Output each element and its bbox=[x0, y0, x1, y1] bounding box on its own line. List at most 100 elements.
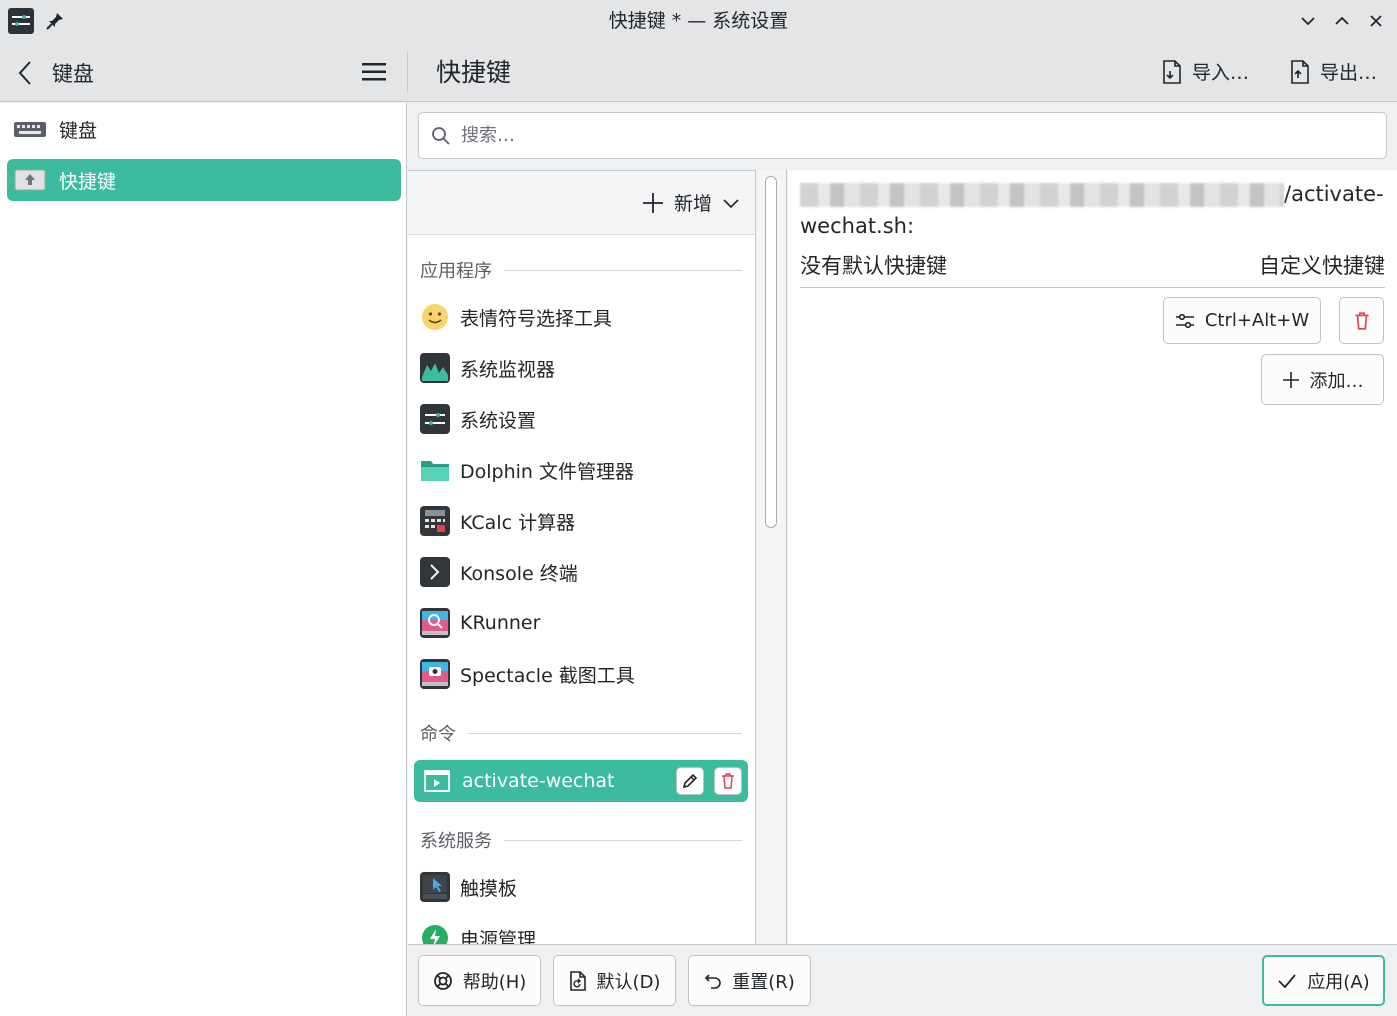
section-title: 应用程序 bbox=[420, 261, 492, 282]
add-shortcut-button[interactable]: 添加… bbox=[1261, 354, 1384, 405]
script-icon bbox=[422, 766, 452, 796]
sidebar-item-shortcuts[interactable]: 快捷键 bbox=[7, 159, 401, 201]
section-header-system-services: 系统服务 bbox=[420, 827, 742, 853]
list-item-label: 系统监视器 bbox=[460, 358, 556, 381]
shortcut-button[interactable]: Ctrl+Alt+W bbox=[1163, 297, 1321, 344]
back-label: 键盘 bbox=[52, 62, 94, 86]
list-item-label: 系统设置 bbox=[460, 409, 537, 432]
import-button[interactable]: 导入… bbox=[1160, 58, 1249, 85]
no-default-label: 没有默认快捷键 bbox=[800, 254, 947, 278]
terminal-icon bbox=[420, 557, 450, 587]
remove-shortcut-button[interactable] bbox=[1339, 297, 1384, 344]
list-item-label: 触摸板 bbox=[460, 877, 518, 900]
touchpad-icon bbox=[420, 872, 450, 902]
list-item[interactable]: Dolphin 文件管理器 bbox=[420, 448, 748, 492]
window-title: 快捷键 * — 系统设置 bbox=[608, 10, 789, 32]
list-scrollbar[interactable] bbox=[757, 170, 787, 944]
hamburger-menu-icon[interactable] bbox=[360, 60, 388, 84]
list-item[interactable]: Spectacle 截图工具 bbox=[420, 652, 748, 696]
list-item[interactable]: Konsole 终端 bbox=[420, 550, 748, 594]
system-monitor-icon bbox=[420, 353, 450, 383]
import-icon bbox=[1163, 59, 1181, 84]
list-item-label: KCalc 计算器 bbox=[460, 511, 576, 534]
krunner-icon bbox=[420, 608, 450, 638]
minimize-button[interactable] bbox=[1295, 8, 1321, 34]
list-item[interactable]: 电源管理 bbox=[420, 916, 748, 944]
path-suffix: /activate- bbox=[1284, 182, 1384, 206]
maximize-button[interactable] bbox=[1329, 8, 1355, 34]
reset-label: 重置(R) bbox=[732, 971, 795, 993]
edit-button[interactable] bbox=[676, 767, 704, 795]
system-settings-icon bbox=[420, 404, 450, 434]
folder-icon bbox=[420, 455, 450, 485]
footer-bar: 帮助(H) 默认(D) 重置(R) 应用(A) bbox=[408, 944, 1397, 1016]
sidebar bbox=[0, 103, 407, 1016]
export-icon bbox=[1291, 59, 1309, 84]
list-item-label: Konsole 终端 bbox=[460, 562, 578, 585]
list-item-label: Dolphin 文件管理器 bbox=[460, 460, 634, 483]
chevron-left-icon bbox=[18, 61, 31, 85]
emoji-icon bbox=[420, 302, 450, 332]
shortcut-label: Ctrl+Alt+W bbox=[1204, 310, 1310, 331]
search-input[interactable] bbox=[461, 125, 1361, 146]
page-title: 快捷键 bbox=[436, 58, 512, 87]
custom-shortcut-label: 自定义快捷键 bbox=[1259, 254, 1385, 278]
shortcuts-icon bbox=[14, 169, 46, 191]
lifebuoy-icon bbox=[433, 971, 452, 990]
trash-icon bbox=[1354, 311, 1369, 330]
export-button[interactable]: 导出… bbox=[1288, 58, 1377, 85]
section-header-commands: 命令 bbox=[420, 720, 742, 746]
sidebar-item-keyboard[interactable]: 键盘 bbox=[7, 108, 401, 150]
command-path: /activate- wechat.sh: bbox=[800, 178, 1390, 242]
scrollbar-thumb[interactable] bbox=[765, 176, 777, 528]
search-field[interactable] bbox=[418, 112, 1387, 159]
sliders-icon bbox=[1175, 313, 1194, 328]
list-item[interactable]: KCalc 计算器 bbox=[420, 499, 748, 543]
plus-icon bbox=[642, 192, 663, 213]
chevron-down-icon bbox=[723, 198, 739, 208]
list-item[interactable]: 触摸板 bbox=[420, 865, 748, 909]
new-label: 新增 bbox=[673, 193, 712, 215]
calculator-icon bbox=[420, 506, 450, 536]
power-icon bbox=[420, 923, 450, 944]
document-revert-icon bbox=[569, 970, 586, 991]
new-button[interactable]: 新增 bbox=[642, 189, 740, 216]
list-item-label: 表情符号选择工具 bbox=[460, 307, 613, 330]
list-item[interactable]: 表情符号选择工具 bbox=[420, 295, 748, 339]
shortcut-list-panel: 新增 应用程序 表情符号选择工具 系统监视器 系统设置 Dolphin 文件管理… bbox=[408, 170, 756, 944]
list-item[interactable]: 系统设置 bbox=[420, 397, 748, 441]
close-button[interactable] bbox=[1363, 8, 1389, 34]
apply-button[interactable]: 应用(A) bbox=[1262, 955, 1385, 1006]
list-item-label: KRunner bbox=[460, 612, 541, 634]
redacted-path bbox=[800, 183, 1284, 207]
defaults-button[interactable]: 默认(D) bbox=[553, 955, 676, 1006]
new-bar: 新增 bbox=[408, 171, 755, 235]
divider bbox=[800, 287, 1385, 288]
keyboard-icon bbox=[14, 122, 46, 137]
reset-button[interactable]: 重置(R) bbox=[688, 955, 811, 1006]
section-title: 系统服务 bbox=[420, 831, 492, 852]
add-label: 添加… bbox=[1309, 370, 1364, 392]
apply-label: 应用(A) bbox=[1307, 971, 1370, 993]
back-button[interactable]: 键盘 bbox=[14, 58, 94, 88]
sidebar-item-label: 键盘 bbox=[59, 119, 98, 142]
list-item-label: Spectacle 截图工具 bbox=[460, 664, 635, 687]
trash-icon bbox=[722, 773, 734, 789]
defaults-label: 默认(D) bbox=[596, 971, 661, 993]
list-item-selected[interactable]: activate-wechat bbox=[414, 760, 748, 802]
section-title: 命令 bbox=[420, 724, 456, 745]
plus-icon bbox=[1282, 371, 1299, 388]
import-label: 导入… bbox=[1192, 62, 1250, 84]
list-item[interactable]: KRunner bbox=[420, 601, 748, 645]
list-item-label: activate-wechat bbox=[462, 770, 615, 792]
detail-panel: /activate- wechat.sh: 没有默认快捷键 自定义快捷键 Ctr… bbox=[788, 170, 1397, 944]
section-header-applications: 应用程序 bbox=[420, 257, 742, 283]
path-line2: wechat.sh: bbox=[800, 214, 915, 238]
list-item-label: 电源管理 bbox=[460, 928, 537, 945]
sidebar-item-label: 快捷键 bbox=[59, 170, 117, 193]
list-item[interactable]: 系统监视器 bbox=[420, 346, 748, 390]
delete-button[interactable] bbox=[714, 767, 742, 795]
export-label: 导出… bbox=[1320, 62, 1378, 84]
checkmark-icon bbox=[1278, 973, 1297, 988]
help-button[interactable]: 帮助(H) bbox=[418, 955, 541, 1006]
